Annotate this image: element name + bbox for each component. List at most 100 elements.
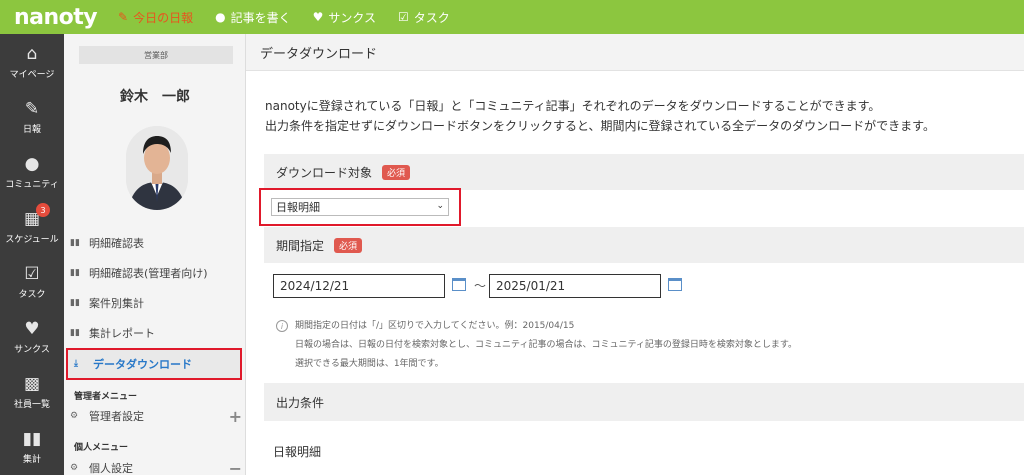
chevron-down-icon: ⌄	[436, 201, 444, 211]
range-separator: ～	[474, 279, 487, 293]
menu-item-summary-report[interactable]: ▮▮ 集計レポート	[64, 319, 246, 347]
task-icon: ☑	[24, 263, 40, 284]
page-title: データダウンロード	[246, 34, 1024, 71]
required-badge: 必須	[382, 164, 411, 180]
gear-icon: ⚙	[70, 411, 79, 421]
nav-label: サンクス	[328, 10, 376, 25]
sidebar-item-label: マイページ	[9, 69, 55, 80]
edit-icon: ✎	[118, 10, 129, 24]
main-content: データダウンロード nanotyに登録されている「日報」と「コミュニティ記事」そ…	[246, 34, 1024, 475]
note-line: 日報の場合は、日報の日付を検索対象とし、コミュニティ記事の場合は、コミュニティ記…	[295, 340, 798, 350]
directory-icon: ▩	[23, 373, 41, 394]
menu-item-project-summary[interactable]: ▮▮ 案件別集計	[64, 289, 246, 317]
sidebar-item-label: スケジュール	[5, 234, 59, 245]
admin-menu-header: 管理者メニュー	[74, 392, 138, 402]
menu-item-label: 案件別集計	[89, 297, 144, 310]
sidebar-item-schedule[interactable]: ▦ 3 スケジュール	[0, 199, 64, 254]
date-from-input[interactable]: 2024/12/21	[273, 274, 445, 298]
personal-menu-header: 個人メニュー	[74, 443, 129, 453]
menu-item-label: 集計レポート	[89, 327, 155, 340]
bar-chart-icon: ▮▮	[22, 428, 42, 449]
period-section: 期間指定 必須	[264, 227, 1024, 263]
clipboard-icon: ☑	[397, 10, 409, 24]
chat-icon: ●	[24, 153, 40, 174]
avatar[interactable]	[126, 126, 188, 210]
date-to-value: 2025/01/21	[496, 279, 566, 293]
date-to-input[interactable]: 2025/01/21	[489, 274, 661, 298]
description-line: nanotyに登録されている「日報」と「コミュニティ記事」それぞれのデータをダウ…	[265, 99, 881, 113]
bar-chart-icon: ▮▮	[70, 328, 80, 338]
output-conditions-section: 出力条件	[264, 383, 1024, 421]
home-icon: ⌂	[26, 43, 38, 64]
menu-item-personal-settings[interactable]: ⚙ 個人設定 −	[64, 454, 246, 475]
department-label: 営業部	[79, 46, 233, 64]
schedule-badge: 3	[36, 203, 50, 217]
section-label: 出力条件	[276, 395, 325, 410]
top-nav: ✎ 今日の日報 ● 記事を書く ♥ サンクス ☑ タスク	[118, 0, 472, 34]
section-label: ダウンロード対象	[276, 165, 373, 180]
user-name: 鈴木 一郎	[120, 89, 190, 105]
minus-icon[interactable]: −	[229, 459, 242, 475]
heart-icon: ♥	[24, 318, 40, 339]
sidebar-item-label: 社員一覧	[13, 399, 50, 410]
menu-item-detail-table[interactable]: ▮▮ 明細確認表	[64, 229, 246, 257]
nav-write-article[interactable]: ● 記事を書く	[215, 9, 291, 26]
period-note: 期間指定の日付は「/」区切りで入力してください。例：2015/04/15 日報の…	[295, 317, 797, 374]
menu-item-label: 明細確認表	[89, 237, 144, 250]
sidebar-item-label: 集計	[22, 454, 41, 465]
description: nanotyに登録されている「日報」と「コミュニティ記事」それぞれのデータをダウ…	[265, 96, 935, 136]
nav-today-report[interactable]: ✎ 今日の日報	[118, 9, 193, 26]
menu-item-label: 管理者設定	[89, 410, 144, 423]
sidebar-item-thanks[interactable]: ♥ サンクス	[0, 309, 64, 364]
date-from-value: 2024/12/21	[280, 279, 350, 293]
description-line: 出力条件を指定せずにダウンロードボタンをクリックすると、期間内に登録されている全…	[265, 119, 935, 133]
chat-icon: ●	[215, 10, 226, 24]
note-line: 選択できる最大期間は、1年間です。	[295, 359, 444, 369]
info-icon: i	[276, 320, 288, 332]
top-bar: nanoty ✎ 今日の日報 ● 記事を書く ♥ サンクス ☑ タスク	[0, 0, 1024, 34]
menu-item-admin-settings[interactable]: ⚙ 管理者設定 +	[64, 402, 246, 430]
sidebar-item-label: コミュニティ	[5, 179, 59, 190]
nav-label: 記事を書く	[230, 10, 291, 25]
nav-thanks[interactable]: ♥ サンクス	[313, 9, 376, 26]
menu-item-label: 個人設定	[89, 462, 133, 475]
menu-item-detail-table-admin[interactable]: ▮▮ 明細確認表(管理者向け)	[64, 259, 246, 287]
sidebar-item-label: サンクス	[14, 344, 50, 355]
sidebar-item-report[interactable]: ✎ 日報	[0, 89, 64, 144]
required-badge: 必須	[334, 237, 363, 253]
select-value: 日報明細	[276, 201, 320, 214]
menu-item-data-download[interactable]: ⤓ データダウンロード	[66, 348, 242, 380]
avatar-photo	[126, 126, 188, 210]
plus-icon[interactable]: +	[229, 407, 242, 426]
target-select-highlight: 日報明細 ⌄	[259, 188, 461, 226]
sidebar-item-task[interactable]: ☑ タスク	[0, 254, 64, 309]
bar-chart-icon: ▮▮	[70, 298, 80, 308]
sidebar-item-mypage[interactable]: ⌂ マイページ	[0, 34, 64, 89]
heart-icon: ♥	[312, 10, 324, 24]
profile-sidebar: 営業部 鈴木 一郎 ▮▮ 明細確認表 ▮▮ 明細確認表(管理者向け) ▮▮ 案件…	[64, 34, 246, 475]
section-label: 期間指定	[276, 238, 325, 253]
icon-sidebar: ⌂ マイページ ✎ 日報 ● コミュニティ ▦ 3 スケジュール ☑ タスク ♥…	[0, 34, 64, 475]
download-icon: ⤓	[74, 359, 78, 369]
sidebar-item-stats[interactable]: ▮▮ 集計	[0, 419, 64, 474]
calendar-icon[interactable]	[668, 278, 682, 291]
menu-item-label: データダウンロード	[93, 358, 192, 371]
app-logo[interactable]: nanoty	[0, 5, 118, 30]
sidebar-item-directory[interactable]: ▩ 社員一覧	[0, 364, 64, 419]
report-detail-heading: 日報明細	[273, 445, 322, 459]
nav-task[interactable]: ☑ タスク	[398, 9, 450, 26]
bar-chart-icon: ▮▮	[70, 268, 80, 278]
nav-label: タスク	[413, 10, 450, 25]
sidebar-item-community[interactable]: ● コミュニティ	[0, 144, 64, 199]
bar-chart-icon: ▮▮	[70, 238, 80, 248]
sidebar-item-label: 日報	[22, 124, 41, 135]
download-target-select[interactable]: 日報明細 ⌄	[271, 198, 449, 216]
download-target-section: ダウンロード対象 必須	[264, 154, 1024, 190]
sidebar-item-label: タスク	[18, 289, 46, 300]
gear-icon: ⚙	[70, 463, 79, 473]
nav-label: 今日の日報	[133, 10, 194, 25]
calendar-icon[interactable]	[452, 278, 466, 291]
menu-item-label: 明細確認表(管理者向け)	[89, 267, 208, 280]
report-icon: ✎	[24, 98, 40, 119]
note-line: 期間指定の日付は「/」区切りで入力してください。例：2015/04/15	[295, 321, 575, 331]
